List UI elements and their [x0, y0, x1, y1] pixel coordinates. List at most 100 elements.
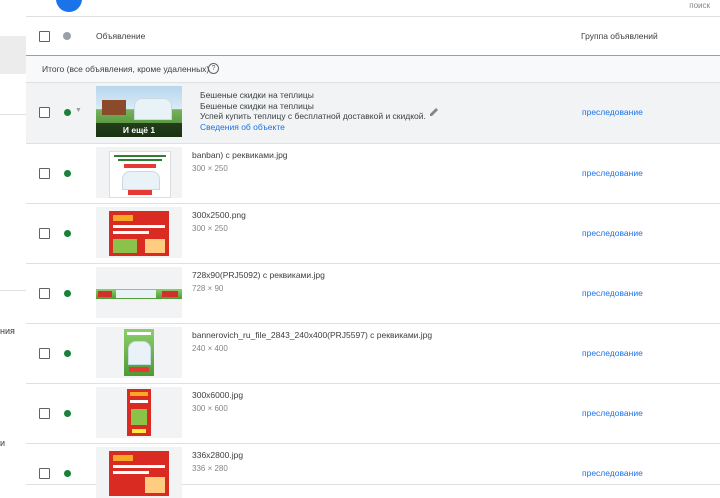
- ad-dimensions: 300 × 250: [192, 164, 228, 173]
- table-row[interactable]: banban) с реквиками.jpg 300 × 250 пресле…: [26, 144, 720, 204]
- ad-file-name: 300x2500.png: [192, 210, 246, 220]
- row-checkbox[interactable]: [39, 107, 50, 118]
- ad-image[interactable]: [96, 267, 182, 318]
- table-row[interactable]: ▼ И ещё 1 изображение Бешеные скидки на …: [26, 83, 720, 144]
- total-row: Итого (все объявления, кроме удаленных) …: [26, 56, 720, 83]
- banner-logo: [130, 392, 148, 396]
- table-row[interactable]: 300x6000.jpg 300 × 600 преследование: [26, 384, 720, 444]
- edit-pencil-icon[interactable]: [429, 107, 439, 117]
- banner-text-line: [118, 159, 162, 161]
- table-row[interactable]: bannerovich_ru_file_2843_240x400(PRJ5597…: [26, 324, 720, 384]
- table-row[interactable]: 336x2800.jpg 336 × 280 преследование: [26, 444, 720, 498]
- ad-group-link[interactable]: преследование: [582, 408, 643, 418]
- status-enabled-icon[interactable]: [64, 170, 71, 177]
- banner-240x400-image: [124, 329, 154, 376]
- table-row[interactable]: 728x90(PRJ5092) с реквиками.jpg 728 × 90…: [26, 264, 720, 324]
- status-enabled-icon[interactable]: [64, 290, 71, 297]
- nav-divider: [0, 290, 26, 291]
- banner-text-line: [113, 465, 165, 468]
- banner-text-line: [113, 231, 149, 234]
- row-checkbox[interactable]: [39, 348, 50, 359]
- ad-headline-2: Бешеные скидки на теплицы: [200, 100, 314, 111]
- person-graphic: [145, 239, 165, 253]
- banner-text-line: [113, 225, 165, 228]
- nav-divider: [0, 114, 26, 115]
- ad-dimensions: 300 × 250: [192, 224, 228, 233]
- ad-file-name: 728x90(PRJ5092) с реквиками.jpg: [192, 270, 325, 280]
- banner-cta: [162, 291, 178, 297]
- ad-group-link[interactable]: преследование: [582, 288, 643, 298]
- ad-group-link[interactable]: преследование: [582, 468, 643, 478]
- ad-dimensions: 300 × 600: [192, 404, 228, 413]
- help-icon[interactable]: ?: [208, 63, 219, 74]
- banner-text-line: [127, 332, 151, 335]
- banner-price-tag: [124, 164, 156, 168]
- banner-300x250-red-image: [109, 211, 169, 256]
- top-toolbar: поиск: [26, 0, 720, 17]
- banner-cta: [129, 367, 149, 372]
- ad-group-link[interactable]: преследование: [582, 168, 643, 178]
- ad-image[interactable]: [96, 327, 182, 378]
- ad-image[interactable]: [96, 147, 182, 198]
- person-graphic: [145, 477, 165, 493]
- asset-details-link[interactable]: Сведения об объекте: [200, 122, 426, 133]
- banner-logo: [113, 455, 133, 461]
- banner-336x280-image: [109, 451, 169, 496]
- ads-table: Объявление Группа объявлений Итого (все …: [26, 17, 720, 498]
- ad-group-link[interactable]: преследование: [582, 107, 643, 117]
- row-checkbox[interactable]: [39, 408, 50, 419]
- greenhouse-graphic: [131, 409, 147, 425]
- search-label[interactable]: поиск: [689, 1, 710, 10]
- row-checkbox[interactable]: [39, 168, 50, 179]
- banner-text-line: [114, 155, 166, 157]
- more-images-badge: И ещё 1 изображение: [96, 123, 182, 137]
- ad-image[interactable]: И ещё 1 изображение: [96, 86, 182, 137]
- nav-label-fragment[interactable]: и: [0, 438, 5, 448]
- banner-cta: [128, 190, 152, 195]
- ad-image[interactable]: [96, 207, 182, 258]
- ad-file-name: bannerovich_ru_file_2843_240x400(PRJ5597…: [192, 330, 433, 340]
- ad-dimensions: 728 × 90: [192, 284, 224, 293]
- house-graphic: [102, 100, 126, 115]
- table-row[interactable]: 300x2500.png 300 × 250 преследование: [26, 204, 720, 264]
- ad-file-name: banban) с реквиками.jpg: [192, 150, 288, 160]
- ad-text: Бешеные скидки на теплицы Бешеные скидки…: [200, 90, 426, 132]
- banner-300x250-image: [109, 151, 171, 198]
- status-enabled-icon[interactable]: [64, 350, 71, 357]
- banner-cta: [132, 429, 146, 433]
- select-all-checkbox[interactable]: [39, 31, 50, 42]
- table-header: Объявление Группа объявлений: [26, 17, 720, 56]
- row-checkbox[interactable]: [39, 228, 50, 239]
- nav-label-fragment[interactable]: ния: [0, 326, 15, 336]
- row-checkbox[interactable]: [39, 288, 50, 299]
- status-enabled-icon[interactable]: [64, 470, 71, 477]
- banner-text-line: [113, 471, 149, 474]
- status-enabled-icon[interactable]: [64, 410, 71, 417]
- total-label: Итого (все объявления, кроме удаленных): [42, 64, 210, 74]
- add-fab-button[interactable]: [56, 0, 82, 12]
- greenhouse-graphic: [134, 98, 172, 120]
- banner-728x90-image: [96, 289, 182, 299]
- status-enabled-icon[interactable]: [64, 230, 71, 237]
- greenhouse-graphic: [113, 239, 137, 253]
- banner-logo: [113, 215, 133, 221]
- status-enabled-icon[interactable]: [64, 109, 71, 116]
- nav-selected-item[interactable]: [0, 36, 26, 74]
- column-header-ad[interactable]: Объявление: [96, 31, 145, 41]
- ad-file-name: 300x6000.jpg: [192, 390, 244, 400]
- chevron-down-icon[interactable]: ▼: [75, 107, 82, 114]
- ad-group-link[interactable]: преследование: [582, 228, 643, 238]
- ad-file-name: 336x2800.jpg: [192, 450, 244, 460]
- ad-image[interactable]: [96, 447, 182, 498]
- ad-image[interactable]: [96, 387, 182, 438]
- banner-text-line: [130, 400, 148, 403]
- ad-dimensions: 336 × 280: [192, 464, 228, 473]
- column-header-ad-group[interactable]: Группа объявлений: [581, 31, 658, 41]
- greenhouse-graphic: [128, 341, 151, 365]
- ad-group-link[interactable]: преследование: [582, 348, 643, 358]
- greenhouse-graphic: [122, 171, 160, 190]
- ad-dimensions: 240 × 400: [192, 344, 228, 353]
- greenhouse-graphic: [116, 290, 156, 298]
- left-nav-rail: ния и: [0, 0, 27, 480]
- row-checkbox[interactable]: [39, 468, 50, 479]
